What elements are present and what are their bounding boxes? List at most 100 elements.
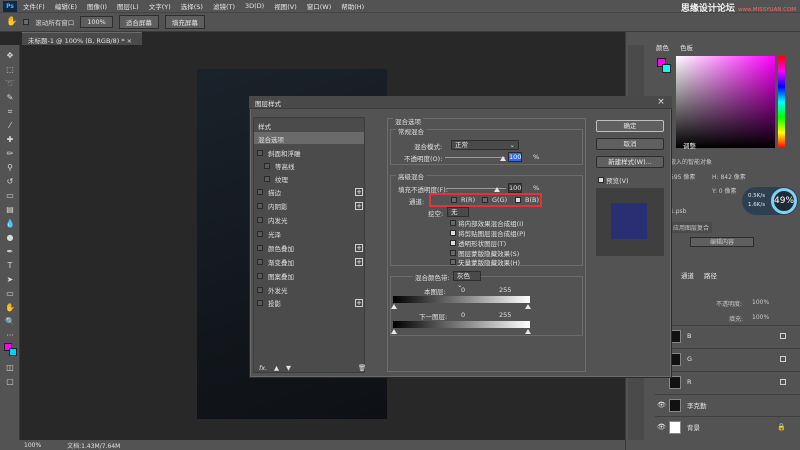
fill-screen-button[interactable]: 填充屏幕 [164,15,205,29]
close-icon[interactable]: × [127,37,132,45]
checkbox[interactable] [598,177,604,183]
style-item-texture[interactable]: 纹理 [264,173,288,184]
checkbox[interactable] [257,149,263,156]
style-item-drop-shadow[interactable]: 投影 [257,297,281,308]
checkbox[interactable] [450,230,456,236]
zoom-level[interactable]: 100% [24,442,41,449]
menu-file[interactable]: 文件(F) [23,1,45,11]
option-blend-clipped[interactable]: 将剪贴图层混合成组(P) [450,228,526,238]
knockout-select[interactable]: 无 ⌄ [447,207,469,225]
menu-type[interactable]: 文字(Y) [149,1,171,11]
menu-help[interactable]: 帮助(H) [341,1,364,11]
checkbox[interactable] [264,175,270,182]
ok-button[interactable]: 确定 [596,120,664,132]
option-vector-mask-hides[interactable]: 矢量蒙版隐藏效果(H) [450,257,520,267]
layer-opacity-value[interactable]: 100% [752,299,769,306]
layer-name[interactable]: G [687,355,692,363]
style-item-satin[interactable]: 光泽 [257,228,281,239]
layer-name[interactable]: R [687,378,692,386]
style-item-gradient-overlay[interactable]: 渐变叠加 [257,256,294,267]
blend-mode-select[interactable]: 正常 ⌄ [451,140,519,150]
close-icon[interactable]: × [655,97,667,108]
eyedropper-tool-icon[interactable]: ⁄ [5,121,15,131]
layer-comp-select[interactable]: 应用图层复合 [670,222,713,233]
option-blend-interior[interactable]: 将内部效果混合成组(I) [450,218,524,228]
crop-tool-icon[interactable]: ⌗ [5,107,15,117]
this-layer-white-thumb[interactable] [525,304,531,309]
type-tool-icon[interactable]: T [5,261,15,271]
style-item-pattern-overlay[interactable]: 图案叠加 [257,270,294,281]
add-color-overlay-button[interactable]: + [355,244,363,252]
document-tab[interactable]: 未标题-1 @ 100% (B, RGB/8) * × [22,32,142,45]
add-gradient-overlay-button[interactable]: + [355,258,363,266]
add-inner-shadow-button[interactable]: + [355,202,363,210]
cancel-button[interactable]: 取消 [596,138,664,150]
style-item-stroke[interactable]: 描边 [257,186,281,197]
hue-slider[interactable] [778,56,785,148]
opacity-input[interactable]: 100 [508,152,522,162]
channel-b-checkbox[interactable] [515,197,521,203]
move-down-icon[interactable]: ▼ [286,364,291,372]
menu-select[interactable]: 选择(S) [181,1,203,11]
history-brush-tool-icon[interactable]: ↺ [5,177,15,187]
opacity-slider[interactable] [445,157,505,158]
background-color-swatch[interactable] [9,348,17,356]
this-layer-black-thumb[interactable] [391,304,397,309]
scroll-all-checkbox[interactable] [23,19,30,25]
quick-select-tool-icon[interactable]: ✎ [5,93,15,103]
option-transparency-shapes[interactable]: 透明形状图层(T) [450,238,506,248]
path-select-tool-icon[interactable]: ➤ [5,275,15,285]
checkbox[interactable] [257,272,263,279]
style-item-inner-glow[interactable]: 内发光 [257,214,288,225]
channel-r-checkbox[interactable] [451,197,457,203]
opacity-slider-thumb[interactable] [500,156,506,161]
fx-menu[interactable]: fx. [259,364,267,372]
pen-tool-icon[interactable]: ✒ [5,247,15,257]
checkbox[interactable] [257,258,263,265]
checkbox[interactable] [450,220,456,226]
fit-screen-button[interactable]: 适合屏幕 [118,15,159,29]
layer-name[interactable]: 背景 [687,422,700,432]
tab-swatches[interactable]: 色板 [680,42,693,52]
move-tool-icon[interactable]: ✥ [5,51,15,61]
channel-g-checkbox[interactable] [482,197,488,203]
menu-filter[interactable]: 滤镜(T) [213,1,235,11]
edit-contents-button[interactable]: 编辑内容 [690,237,754,247]
checkbox[interactable] [257,244,263,251]
checkbox[interactable] [450,259,456,265]
layer-name[interactable]: 李克勤 [687,400,707,410]
underlying-layer-gradient[interactable] [393,321,530,328]
menu-layer[interactable]: 图层(L) [117,1,139,11]
checkbox[interactable] [257,202,263,209]
clone-stamp-tool-icon[interactable]: ⚲ [5,163,15,173]
checkbox[interactable] [257,230,263,237]
style-item-bevel[interactable]: 斜面和浮雕 [257,147,301,158]
style-item-blending-options[interactable]: 混合选项 [258,134,284,144]
screen-mode-icon[interactable]: ▢ [5,377,15,387]
menu-image[interactable]: 图像(I) [87,1,107,11]
lasso-tool-icon[interactable]: ➰ [5,79,15,89]
dodge-tool-icon[interactable]: ● [5,233,15,243]
checkbox[interactable] [450,250,456,256]
checkbox[interactable] [257,216,263,223]
brush-tool-icon[interactable]: ✏ [5,149,15,159]
hand-tool-icon[interactable]: ✋ [5,303,15,313]
menu-edit[interactable]: 编辑(E) [55,1,77,11]
eye-icon[interactable]: 👁 [657,401,666,409]
rectangle-tool-icon[interactable]: ▭ [5,289,15,299]
move-up-icon[interactable]: ▲ [274,364,279,372]
underlying-white-thumb[interactable] [525,329,531,334]
this-layer-gradient[interactable] [393,296,530,303]
menu-view[interactable]: 视图(V) [274,1,297,11]
layer-fill-value[interactable]: 100% [752,314,769,321]
eye-icon[interactable]: 👁 [657,423,666,431]
menu-window[interactable]: 窗口(W) [307,1,332,11]
add-stroke-button[interactable]: + [355,188,363,196]
checkbox[interactable] [450,240,456,246]
menu-3d[interactable]: 3D(D) [245,2,264,10]
quick-mask-icon[interactable]: ◫ [5,363,15,373]
fill-opacity-thumb[interactable] [494,187,500,192]
marquee-tool-icon[interactable]: ⬚ [5,65,15,75]
layer-row[interactable]: 👁 李克勤 [655,394,800,415]
styles-header[interactable]: 样式 [258,121,271,131]
